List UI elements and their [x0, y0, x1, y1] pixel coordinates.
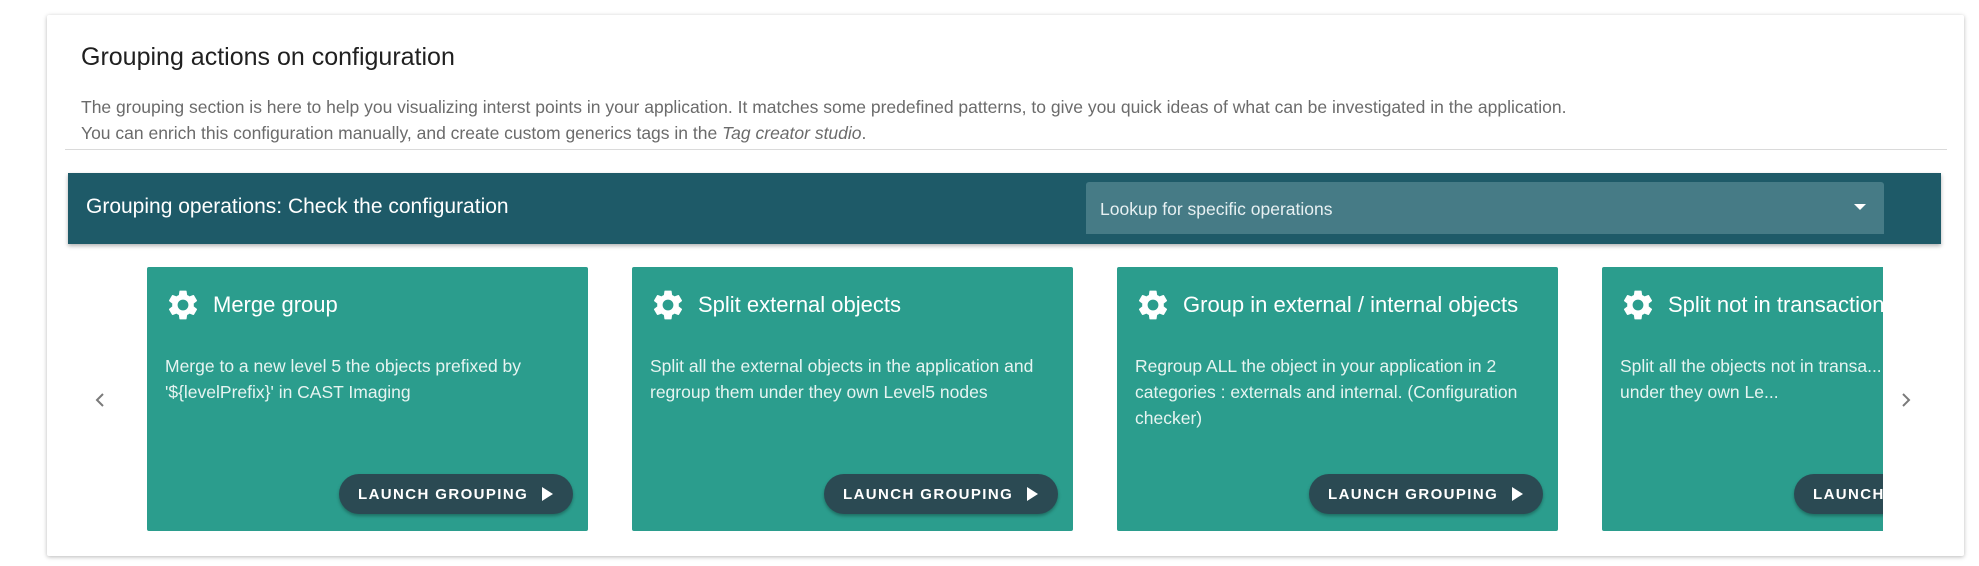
gear-icon: [168, 290, 198, 320]
carousel-viewport: Merge group Merge to a new level 5 the o…: [147, 267, 1883, 537]
description-line-1: The grouping section is here to help you…: [81, 97, 1567, 117]
card-header: Split not in transaction: [1620, 287, 1883, 323]
operations-toolbar: Grouping operations: Check the configura…: [68, 173, 1941, 244]
launch-grouping-button[interactable]: LAUNCH GROUPING: [1309, 474, 1544, 514]
lookup-operations-label: Lookup for specific operations: [1100, 199, 1333, 219]
dropdown-arrow-icon: [1854, 204, 1866, 210]
card-header: Group in external / internal objects: [1135, 287, 1518, 323]
description-line-2-suffix: .: [861, 123, 867, 143]
carousel-next-button[interactable]: [1891, 385, 1921, 415]
description-line-2-prefix: You can enrich this configuration manual…: [81, 123, 723, 143]
chevron-left-icon: [95, 393, 104, 407]
card-description: Regroup ALL the object in your applicati…: [1135, 356, 1518, 428]
card-title: Split not in transaction: [1668, 292, 1883, 317]
launch-grouping-button[interactable]: LAUNCH GROUPING: [1794, 474, 1883, 514]
launch-grouping-button[interactable]: LAUNCH GROUPING: [824, 474, 1059, 514]
card-description: Merge to a new level 5 the objects prefi…: [165, 356, 522, 402]
play-icon: [1027, 487, 1039, 501]
gear-icon: [1138, 290, 1168, 320]
lookup-operations-select[interactable]: Lookup for specific operations: [1086, 182, 1884, 234]
gear-icon: [1623, 290, 1653, 320]
launch-grouping-label: LAUNCH GROUPING: [1328, 485, 1499, 503]
card-description: Split all the objects not in transa... r…: [1620, 356, 1883, 402]
card-title: Group in external / internal objects: [1183, 292, 1519, 317]
card-title: Split external objects: [698, 292, 901, 317]
tag-creator-studio-link[interactable]: Tag creator studio: [722, 123, 861, 143]
launch-grouping-label: LAUNCH GROUPING: [1813, 485, 1883, 503]
play-icon: [1512, 487, 1524, 501]
card-title: Merge group: [213, 292, 338, 317]
description-line-2: You can enrich this configuration manual…: [81, 120, 1566, 146]
carousel-prev-button[interactable]: [85, 385, 115, 415]
page-title: Grouping actions on configuration: [81, 43, 455, 71]
grouping-card: Split not in transaction Split all the o…: [1602, 267, 1883, 531]
grouping-panel: Grouping actions on configuration The gr…: [47, 15, 1964, 556]
launch-grouping-label: LAUNCH GROUPING: [843, 485, 1014, 503]
grouping-card: Merge group Merge to a new level 5 the o…: [147, 267, 588, 531]
card-description: Split all the external objects in the ap…: [650, 356, 1034, 402]
divider: [65, 149, 1947, 150]
toolbar-title: Grouping operations: Check the configura…: [86, 195, 509, 218]
launch-grouping-label: LAUNCH GROUPING: [358, 485, 529, 503]
grouping-card: Split external objects Split all the ext…: [632, 267, 1073, 531]
gear-icon: [653, 290, 683, 320]
card-header: Split external objects: [650, 287, 901, 323]
grouping-card: Group in external / internal objects Reg…: [1117, 267, 1558, 531]
play-icon: [542, 487, 554, 501]
grouping-carousel: Merge group Merge to a new level 5 the o…: [47, 267, 1964, 537]
launch-grouping-button[interactable]: LAUNCH GROUPING: [339, 474, 574, 514]
card-header: Merge group: [165, 287, 338, 323]
chevron-right-icon: [1902, 393, 1911, 407]
section-description: The grouping section is here to help you…: [81, 94, 1566, 146]
